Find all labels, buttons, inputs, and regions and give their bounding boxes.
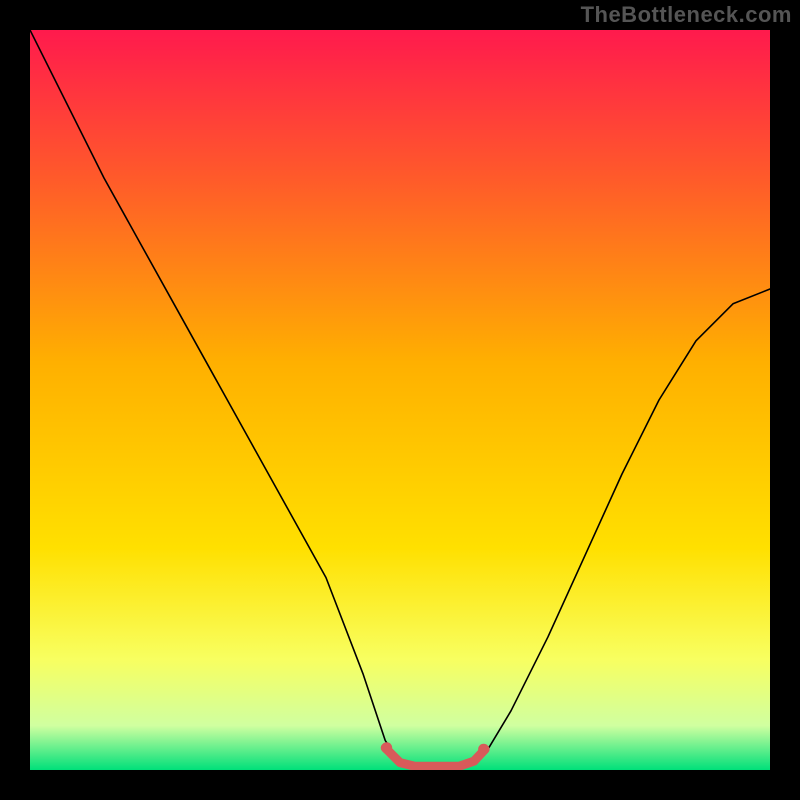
optimal-range-marker — [381, 742, 392, 753]
bottleneck-chart — [30, 30, 770, 770]
chart-container: TheBottleneck.com — [0, 0, 800, 800]
watermark-text: TheBottleneck.com — [581, 2, 792, 28]
optimal-range-marker — [478, 744, 489, 755]
